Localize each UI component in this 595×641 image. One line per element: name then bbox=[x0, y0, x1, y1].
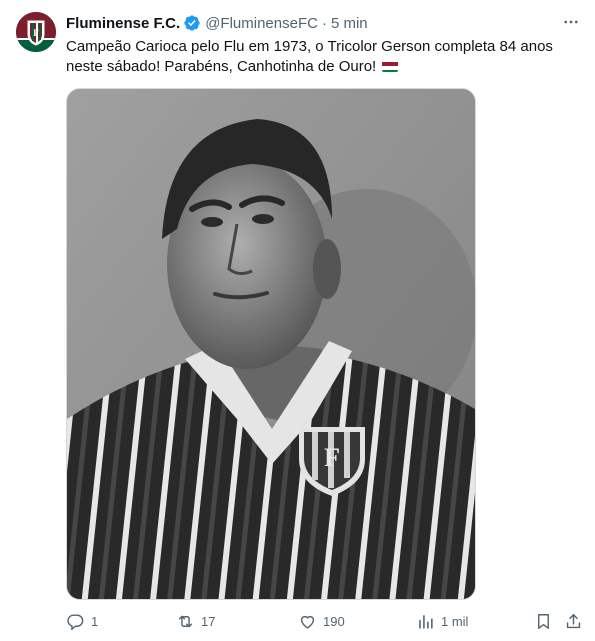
bookmark-icon bbox=[538, 613, 549, 629]
like-icon bbox=[300, 615, 315, 629]
tweet-photo[interactable]: F bbox=[66, 88, 476, 600]
tweet-body: Campeão Carioca pelo Flu em 1973, o Tric… bbox=[66, 38, 553, 75]
timestamp[interactable]: 5 min bbox=[331, 15, 368, 32]
retweet-icon bbox=[178, 615, 193, 627]
verified-badge-icon bbox=[184, 15, 200, 31]
reply-count: 1 bbox=[91, 613, 99, 629]
like-count: 190 bbox=[323, 613, 345, 629]
action-bar: 1 17 190 1 mil bbox=[66, 608, 582, 634]
tweet-card[interactable]: F Fluminense F.C. @FluminenseFC · 5 min … bbox=[0, 0, 595, 641]
reply-button[interactable]: 1 bbox=[66, 608, 98, 634]
retweet-button[interactable]: 17 bbox=[176, 608, 215, 634]
share-button[interactable] bbox=[564, 608, 583, 634]
tweet-text: Campeão Carioca pelo Flu em 1973, o Tric… bbox=[66, 37, 576, 77]
tweet-header: Fluminense F.C. @FluminenseFC · 5 min bbox=[66, 13, 368, 33]
separator-dot: · bbox=[321, 14, 327, 32]
reply-icon bbox=[67, 613, 84, 630]
views-icon bbox=[419, 614, 433, 629]
bookmark-button[interactable] bbox=[534, 608, 553, 634]
more-icon[interactable] bbox=[561, 12, 581, 32]
avatar[interactable]: F bbox=[16, 12, 56, 52]
tricolor-flag-icon bbox=[382, 60, 399, 72]
author-name[interactable]: Fluminense F.C. bbox=[66, 15, 180, 32]
author-handle[interactable]: @FluminenseFC bbox=[205, 15, 318, 32]
views-button[interactable]: 1 mil bbox=[416, 608, 468, 634]
retweet-count: 17 bbox=[201, 613, 216, 629]
player-portrait-image: F bbox=[67, 89, 475, 599]
svg-text:F: F bbox=[33, 28, 39, 38]
views-count: 1 mil bbox=[441, 613, 469, 629]
share-icon bbox=[566, 613, 581, 628]
like-button[interactable]: 190 bbox=[298, 608, 345, 634]
